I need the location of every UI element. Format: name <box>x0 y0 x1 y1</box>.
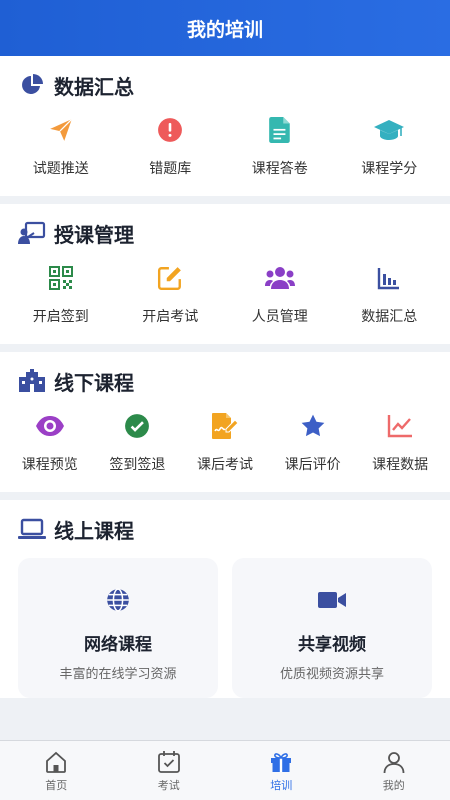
tab-exam[interactable]: 考试 <box>113 741 226 800</box>
card-network-course[interactable]: 网络课程 丰富的在线学习资源 <box>18 558 218 698</box>
card-description: 优质视频资源共享 <box>279 667 384 682</box>
gift-icon <box>268 749 294 775</box>
item-label: 人员管理 <box>251 309 308 325</box>
item-question-push[interactable]: 试题推送 <box>6 114 116 178</box>
item-start-signin[interactable]: 开启签到 <box>6 262 116 326</box>
video-camera-icon <box>316 584 348 616</box>
section-teaching-management: 授课管理 开启签到 开启考试 人员管理 数据汇总 <box>0 204 450 344</box>
users-icon <box>264 262 296 294</box>
item-label: 课程预览 <box>21 457 78 473</box>
item-post-class-evaluation[interactable]: 课后评价 <box>269 410 357 474</box>
section-online-course: 线上课程 网络课程 丰富的在线学习资源 共享视频 优质视频资源共享 <box>0 500 450 698</box>
tab-label: 我的 <box>382 778 405 792</box>
item-data-summary[interactable]: 数据汇总 <box>335 262 445 326</box>
pie-chart-icon <box>18 71 46 99</box>
item-start-exam[interactable]: 开启考试 <box>116 262 226 326</box>
check-circle-icon <box>121 410 153 442</box>
section-title: 授课管理 <box>54 222 134 247</box>
card-title: 网络课程 <box>84 635 152 655</box>
home-icon <box>43 749 69 775</box>
document-icon <box>264 114 296 146</box>
section-title: 数据汇总 <box>54 74 134 99</box>
bar-chart-icon <box>373 262 405 294</box>
tab-label: 培训 <box>270 778 293 792</box>
eye-icon <box>34 410 66 442</box>
laptop-icon <box>18 515 46 543</box>
card-description: 丰富的在线学习资源 <box>59 667 177 682</box>
section-title: 线下课程 <box>54 370 134 395</box>
item-label: 错题库 <box>149 161 192 177</box>
item-label: 签到签退 <box>109 457 166 473</box>
content: 数据汇总 试题推送 错题库 课程答卷 课程学分 授课管理 开启签到 开启考试 人… <box>0 56 450 740</box>
item-label: 开启签到 <box>32 309 89 325</box>
tab-label: 考试 <box>157 778 180 792</box>
tab-training[interactable]: 培训 <box>225 741 338 800</box>
qrcode-icon <box>45 262 77 294</box>
card-shared-video[interactable]: 共享视频 优质视频资源共享 <box>232 558 432 698</box>
item-wrong-bank[interactable]: 错题库 <box>116 114 226 178</box>
header: 我的培训 <box>0 0 450 56</box>
section-data-summary: 数据汇总 试题推送 错题库 课程答卷 课程学分 <box>0 56 450 196</box>
alert-circle-icon <box>154 114 186 146</box>
globe-icon <box>102 584 134 616</box>
item-label: 课程学分 <box>361 161 418 177</box>
section-title: 线上课程 <box>54 518 134 543</box>
section-header: 线上课程 <box>0 500 450 558</box>
item-label: 课程答卷 <box>251 161 308 177</box>
user-icon <box>381 749 407 775</box>
section-header: 数据汇总 <box>0 56 450 114</box>
tab-label: 首页 <box>45 778 68 792</box>
section-offline-course: 线下课程 课程预览 签到签退 课后考试 课后评价 课程数据 <box>0 352 450 492</box>
item-course-preview[interactable]: 课程预览 <box>6 410 94 474</box>
calendar-check-icon <box>156 749 182 775</box>
graduation-cap-icon <box>373 114 405 146</box>
section-header: 授课管理 <box>0 204 450 262</box>
star-icon <box>297 410 329 442</box>
page-title: 我的培训 <box>186 18 263 41</box>
item-label: 试题推送 <box>32 161 89 177</box>
signature-icon <box>209 410 241 442</box>
line-chart-icon <box>384 410 416 442</box>
bottom-tab-bar: 首页 考试 培训 我的 <box>0 740 450 800</box>
item-people-management[interactable]: 人员管理 <box>225 262 335 326</box>
school-building-icon <box>18 367 46 395</box>
card-title: 共享视频 <box>298 635 366 655</box>
item-label: 课程数据 <box>372 457 429 473</box>
tab-mine[interactable]: 我的 <box>338 741 450 800</box>
tab-home[interactable]: 首页 <box>0 741 113 800</box>
item-course-credits[interactable]: 课程学分 <box>335 114 445 178</box>
item-label: 课后考试 <box>196 457 253 473</box>
item-label: 开启考试 <box>142 309 199 325</box>
item-label: 数据汇总 <box>361 309 418 325</box>
paper-plane-icon <box>45 114 77 146</box>
section-header: 线下课程 <box>0 352 450 410</box>
edit-icon <box>154 262 186 294</box>
item-course-answers[interactable]: 课程答卷 <box>225 114 335 178</box>
teacher-board-icon <box>18 219 46 247</box>
item-label: 课后评价 <box>284 457 341 473</box>
item-post-class-exam[interactable]: 课后考试 <box>181 410 269 474</box>
item-signin-signout[interactable]: 签到签退 <box>94 410 182 474</box>
item-course-data[interactable]: 课程数据 <box>356 410 444 474</box>
